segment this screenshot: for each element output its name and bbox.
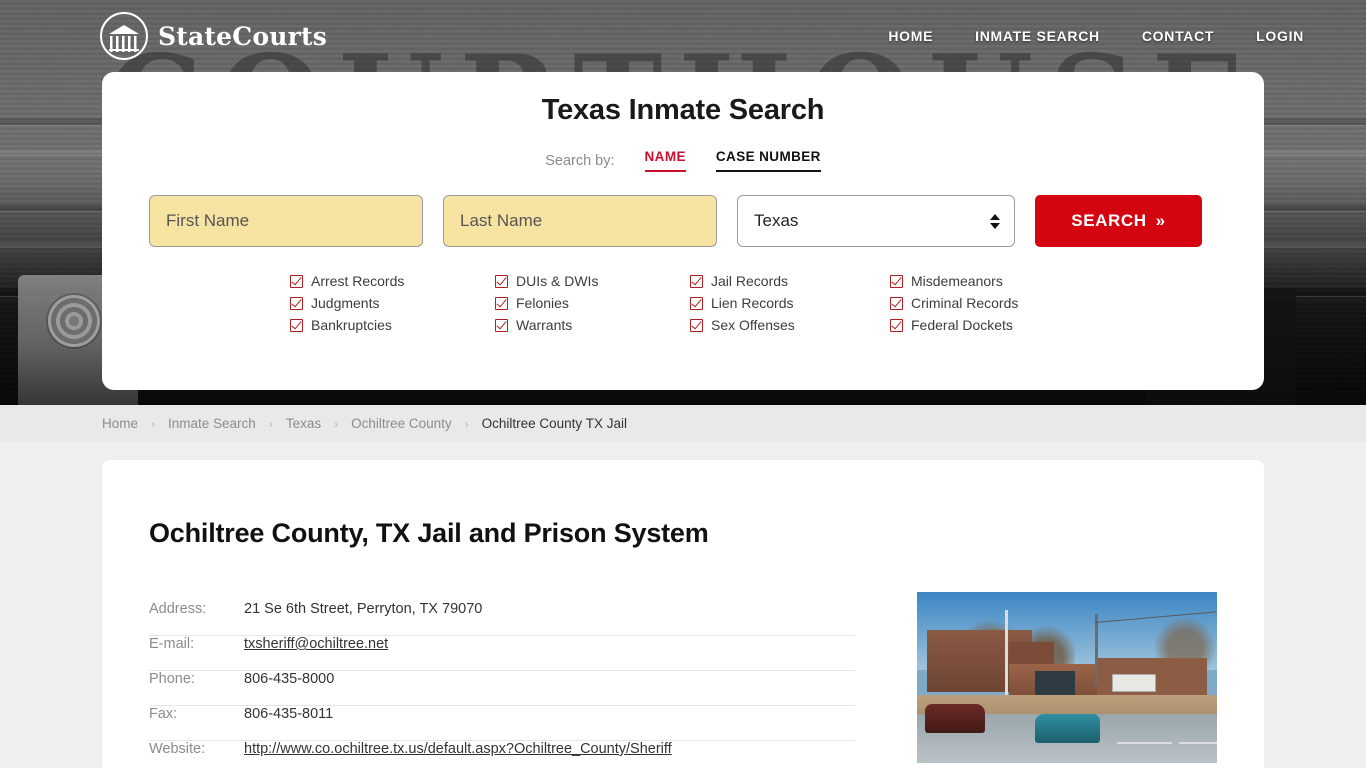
ionic-volute-icon — [48, 295, 100, 347]
facility-detail-card: Ochiltree County, TX Jail and Prison Sys… — [102, 460, 1264, 768]
checkbox-checked-icon — [690, 318, 703, 332]
email-link[interactable]: txsheriff@ochiltree.net — [244, 636, 388, 652]
info-label-website: Website: — [149, 741, 206, 757]
record-type-item[interactable]: DUIs & DWIs — [495, 273, 690, 289]
facility-photo — [917, 592, 1217, 763]
checkbox-checked-icon — [495, 274, 508, 288]
nav-item-home[interactable]: HOME — [888, 28, 933, 44]
chevron-updown-icon — [990, 213, 1000, 229]
breadcrumb: Home › Inmate Search › Texas › Ochiltree… — [0, 405, 1366, 442]
record-type-label: Arrest Records — [311, 273, 405, 289]
record-type-label: Lien Records — [711, 295, 794, 311]
checkbox-checked-icon — [890, 274, 903, 288]
inmate-search-card: Texas Inmate Search Search by: NAME CASE… — [102, 72, 1264, 390]
table-row: Phone: 806-435-8000 — [149, 671, 855, 706]
record-type-label: Jail Records — [711, 273, 789, 289]
checkbox-checked-icon — [495, 296, 508, 310]
breadcrumb-item-inmate-search[interactable]: Inmate Search — [168, 416, 256, 431]
info-value-phone: 806-435-8000 — [244, 671, 335, 687]
table-row: E-mail: txsheriff@ochiltree.net — [149, 636, 855, 671]
table-row: Address: 21 Se 6th Street, Perryton, TX … — [149, 601, 855, 636]
info-label-phone: Phone: — [149, 671, 195, 687]
search-by-label: Search by: — [545, 152, 615, 169]
record-type-item[interactable]: Misdemeanors — [890, 273, 1090, 289]
website-link[interactable]: http://www.co.ochiltree.tx.us/default.as… — [244, 741, 672, 757]
record-type-item[interactable]: Felonies — [495, 295, 690, 311]
record-type-item[interactable]: Arrest Records — [290, 273, 495, 289]
record-type-label: Criminal Records — [911, 295, 1019, 311]
first-name-input[interactable]: First Name — [149, 195, 423, 247]
checkbox-checked-icon — [690, 274, 703, 288]
brand-logo[interactable]: StateCourts — [100, 12, 327, 60]
record-type-label: Judgments — [311, 295, 380, 311]
record-type-list: Arrest Records DUIs & DWIs Jail Records … — [102, 273, 1264, 333]
search-button-label: SEARCH — [1071, 211, 1147, 230]
checkbox-checked-icon — [290, 274, 303, 288]
record-type-label: Sex Offenses — [711, 317, 795, 333]
hero-banner: COURTHOUSE StateCourts HOME INMATE SEARC… — [0, 0, 1366, 405]
facility-info-table: Address: 21 Se 6th Street, Perryton, TX … — [149, 601, 855, 768]
record-type-label: Felonies — [516, 295, 569, 311]
checkbox-checked-icon — [890, 296, 903, 310]
record-type-item[interactable]: Lien Records — [690, 295, 890, 311]
last-name-input[interactable]: Last Name — [443, 195, 717, 247]
info-value-address: 21 Se 6th Street, Perryton, TX 79070 — [244, 601, 483, 617]
checkbox-checked-icon — [890, 318, 903, 332]
tab-case-number[interactable]: CASE NUMBER — [715, 149, 821, 172]
breadcrumb-separator-icon: › — [268, 416, 273, 431]
main-nav: HOME INMATE SEARCH CONTACT LOGIN — [888, 28, 1304, 44]
breadcrumb-separator-icon: › — [464, 416, 469, 431]
info-value-fax: 806-435-8011 — [244, 706, 334, 722]
record-type-item[interactable]: Jail Records — [690, 273, 890, 289]
table-row: Website: http://www.co.ochiltree.tx.us/d… — [149, 741, 855, 768]
double-chevron-right-icon: » — [1155, 211, 1166, 230]
state-select[interactable]: Texas — [737, 195, 1015, 247]
info-label-address: Address: — [149, 601, 207, 617]
info-label-fax: Fax: — [149, 706, 178, 722]
page-body: Ochiltree County, TX Jail and Prison Sys… — [0, 442, 1366, 768]
search-card-title: Texas Inmate Search — [541, 94, 825, 126]
table-row: Fax: 806-435-8011 — [149, 706, 855, 741]
checkbox-checked-icon — [690, 296, 703, 310]
record-type-label: Warrants — [516, 317, 573, 333]
courthouse-circle-icon — [100, 12, 148, 60]
info-value-email[interactable]: txsheriff@ochiltree.net — [244, 636, 388, 652]
record-type-item[interactable]: Warrants — [495, 317, 690, 333]
search-form: First Name Last Name Texas SEARCH » — [102, 195, 1264, 247]
record-type-label: Bankruptcies — [311, 317, 392, 333]
checkbox-checked-icon — [495, 318, 508, 332]
brand-name: StateCourts — [158, 21, 327, 51]
state-select-value: Texas — [754, 211, 799, 230]
info-label-email: E-mail: — [149, 636, 195, 652]
nav-item-inmate-search[interactable]: INMATE SEARCH — [975, 28, 1100, 44]
record-type-item[interactable]: Bankruptcies — [290, 317, 495, 333]
checkbox-checked-icon — [290, 318, 303, 332]
breadcrumb-item-current: Ochiltree County TX Jail — [481, 416, 627, 431]
breadcrumb-separator-icon: › — [151, 416, 156, 431]
record-type-label: Federal Dockets — [911, 317, 1013, 333]
tab-name[interactable]: NAME — [644, 149, 686, 172]
breadcrumb-separator-icon: › — [334, 416, 339, 431]
nav-item-login[interactable]: LOGIN — [1256, 28, 1304, 44]
nav-item-contact[interactable]: CONTACT — [1142, 28, 1214, 44]
breadcrumb-item-home[interactable]: Home — [102, 416, 138, 431]
info-value-website[interactable]: http://www.co.ochiltree.tx.us/default.as… — [244, 741, 672, 757]
search-button[interactable]: SEARCH » — [1035, 195, 1202, 247]
breadcrumb-item-ochiltree-county[interactable]: Ochiltree County — [351, 416, 452, 431]
checkbox-checked-icon — [290, 296, 303, 310]
record-type-item[interactable]: Sex Offenses — [690, 317, 890, 333]
page-title: Ochiltree County, TX Jail and Prison Sys… — [149, 518, 709, 548]
record-type-item[interactable]: Federal Dockets — [890, 317, 1090, 333]
top-navigation-bar: StateCourts HOME INMATE SEARCH CONTACT L… — [0, 0, 1366, 72]
record-type-label: Misdemeanors — [911, 273, 1003, 289]
breadcrumb-item-texas[interactable]: Texas — [286, 416, 321, 431]
record-type-item[interactable]: Criminal Records — [890, 295, 1090, 311]
record-type-item[interactable]: Judgments — [290, 295, 495, 311]
search-by-row: Search by: NAME CASE NUMBER — [102, 149, 1264, 172]
record-type-label: DUIs & DWIs — [516, 273, 599, 289]
